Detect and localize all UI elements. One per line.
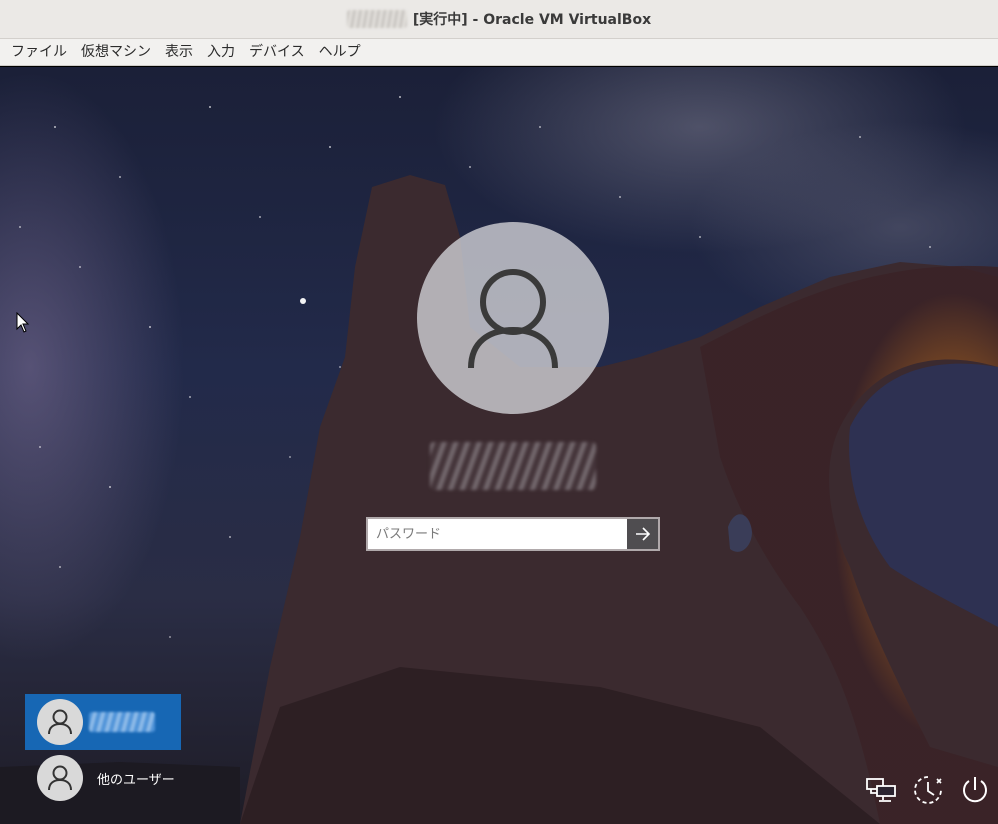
power-button[interactable]: [958, 773, 992, 807]
arrow-right-icon: [635, 527, 650, 541]
user-tile-avatar: [37, 699, 83, 745]
ease-of-access-icon: [914, 776, 942, 804]
menu-devices[interactable]: デバイス: [242, 39, 312, 66]
menu-machine[interactable]: 仮想マシン: [74, 39, 158, 66]
vm-name-redacted: [346, 10, 407, 28]
user-tile-other[interactable]: 他のユーザー: [25, 750, 181, 806]
menu-bar: ファイル 仮想マシン 表示 入力 デバイス ヘルプ: [0, 39, 998, 66]
username-redacted: [430, 442, 596, 490]
network-button[interactable]: [864, 773, 898, 807]
user-tile-avatar: [37, 755, 83, 801]
guest-display[interactable]: 他のユーザー: [0, 67, 998, 824]
menu-help[interactable]: ヘルプ: [312, 39, 368, 66]
menu-file[interactable]: ファイル: [4, 39, 74, 66]
window-title: [実行中] - Oracle VM VirtualBox: [412, 12, 652, 28]
other-user-label: 他のユーザー: [97, 772, 175, 788]
network-icon: [866, 778, 896, 802]
user-icon: [48, 765, 72, 791]
submit-button[interactable]: [627, 519, 658, 549]
password-box: [366, 517, 660, 551]
mouse-cursor-icon: [16, 312, 30, 333]
user-tile-name-redacted: [89, 712, 155, 732]
window-titlebar[interactable]: [実行中] - Oracle VM VirtualBox: [0, 0, 998, 39]
menu-input[interactable]: 入力: [200, 39, 242, 66]
menu-view[interactable]: 表示: [158, 39, 200, 66]
user-avatar-large: [417, 222, 609, 414]
user-icon: [48, 709, 72, 735]
password-input[interactable]: [368, 519, 627, 549]
user-tile-selected[interactable]: [25, 694, 181, 750]
power-icon: [963, 777, 987, 803]
user-icon: [468, 269, 558, 369]
ease-of-access-button[interactable]: [911, 773, 945, 807]
